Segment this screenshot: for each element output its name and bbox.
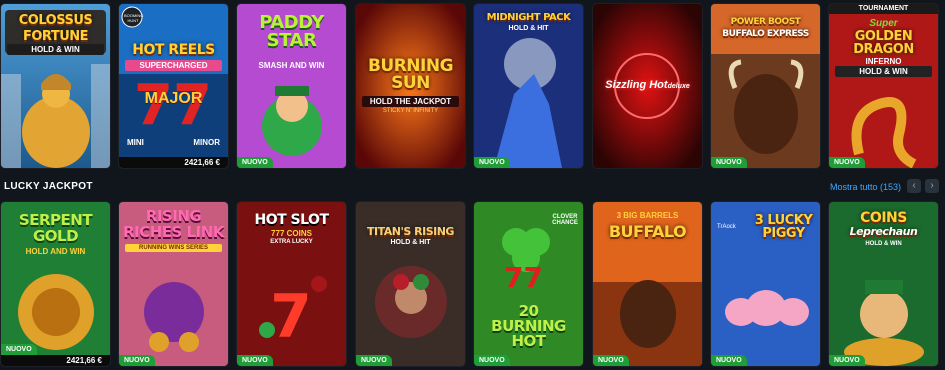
section-title: LUCKY JACKPOT bbox=[4, 181, 93, 192]
game-tagline: HOLD & WIN bbox=[835, 66, 932, 77]
svg-text:7: 7 bbox=[270, 282, 312, 352]
provider-logo: CLOVER CHANCE bbox=[552, 214, 578, 226]
game-tile-burning-sun[interactable]: BURNING SUN HOLD THE JACKPOT STICKY N' IN… bbox=[356, 4, 465, 168]
game-tagline: STICKY N' INFINITY bbox=[382, 108, 439, 114]
game-tile-midnight-pack[interactable]: MIDNIGHT PACK HOLD & HIT NUOVO bbox=[474, 4, 583, 168]
new-badge: NUOVO bbox=[119, 355, 155, 366]
tournament-label: TOURNAMENT bbox=[858, 5, 909, 12]
game-subtitle: BUFFALO EXPRESS bbox=[722, 29, 809, 39]
game-subtitle: 3 BIG BARRELS bbox=[616, 211, 679, 220]
game-tile-paddy-star[interactable]: PADDY STAR SMASH AND WIN NUOVO bbox=[237, 4, 346, 168]
game-title: RISING RICHES LINK bbox=[123, 207, 224, 241]
game-title: GOLDEN DRAGON bbox=[853, 29, 914, 57]
game-title: 3 LUCKY PIGGY bbox=[754, 213, 813, 241]
provider-logo: BOOMING HUNT bbox=[124, 13, 144, 23]
game-tagline: EXTRA LUCKY bbox=[270, 239, 313, 245]
game-subtitle: HOLD & WIN bbox=[7, 44, 104, 55]
games-row-top: COLOSSUS FORTUNE HOLD & WIN 77 BOOMING HU… bbox=[0, 4, 945, 170]
new-badge: NUOVO bbox=[237, 157, 273, 168]
game-tile-20-burning-hot[interactable]: 77 CLOVER CHANCE 20 BURNING HOT NUOVO bbox=[474, 202, 583, 366]
chevron-right-icon[interactable]: › bbox=[925, 179, 939, 193]
jackpot-amount: 2421,66 € bbox=[119, 157, 228, 168]
jackpot-amount: 2421,66 € bbox=[1, 355, 110, 366]
chevron-left-icon[interactable]: ‹ bbox=[907, 179, 921, 193]
game-tile-hot-reels[interactable]: 77 BOOMING HUNT HOT REELS SUPERCHARGED M… bbox=[119, 4, 228, 168]
new-badge: NUOVO bbox=[356, 355, 392, 366]
game-title: 20 BURNING HOT bbox=[491, 302, 566, 350]
game-subtitle: HOLD THE JACKPOT bbox=[362, 96, 459, 107]
new-badge: NUOVO bbox=[237, 355, 273, 366]
jackpot-major-label: MAJOR bbox=[144, 90, 203, 107]
new-badge: NUOVO bbox=[711, 157, 747, 168]
game-tile-coins-of-leprechaun[interactable]: COINS Leprechaun HOLD & WIN NUOVO bbox=[829, 202, 938, 366]
game-title-prefix: Super bbox=[869, 18, 898, 29]
game-title: SERPENT GOLD bbox=[18, 211, 93, 245]
jackpot-mini-label: MINI bbox=[127, 138, 144, 147]
game-subtitle: HOLD AND WIN bbox=[25, 247, 86, 256]
new-badge: NUOVO bbox=[474, 157, 510, 168]
game-tile-3-big-barrels-buffalo[interactable]: 3 BIG BARRELS BUFFALO NUOVO bbox=[593, 202, 702, 366]
new-badge: NUOVO bbox=[829, 157, 865, 168]
game-subtitle: HOLD & HIT bbox=[390, 239, 431, 246]
game-tile-titans-rising[interactable]: TITAN'S RISING HOLD & HIT NUOVO bbox=[356, 202, 465, 366]
svg-text:77: 77 bbox=[504, 261, 543, 294]
game-tile-sizzling-hot[interactable]: Sizzling Hotdeluxe bbox=[593, 4, 702, 168]
game-tile-golden-dragon[interactable]: TOURNAMENT Super GOLDEN DRAGON INFERNO H… bbox=[829, 4, 938, 168]
game-subtitle: HOLD & HIT bbox=[508, 25, 549, 32]
new-badge: NUOVO bbox=[711, 355, 747, 366]
show-all-link[interactable]: Mostra tutto (153) bbox=[830, 182, 901, 192]
game-tile-serpent-gold[interactable]: SERPENT GOLD HOLD AND WIN NUOVO 2421,66 € bbox=[1, 202, 110, 366]
new-badge: NUOVO bbox=[1, 344, 37, 355]
game-tile-hot-slot[interactable]: 7 HOT SLOT 777 COINS EXTRA LUCKY NUOVO bbox=[237, 202, 346, 366]
provider-logo: TrAock bbox=[717, 224, 736, 230]
game-tile-buffalo-express[interactable]: POWER BOOST BUFFALO EXPRESS NUOVO bbox=[711, 4, 820, 168]
game-title-line2: Leprechaun bbox=[849, 225, 918, 238]
new-badge: NUOVO bbox=[829, 355, 865, 366]
game-title: HOT SLOT bbox=[254, 212, 330, 228]
game-subtitle: SUPERCHARGED bbox=[125, 60, 222, 71]
game-subtitle: HOLD & WIN bbox=[865, 241, 902, 247]
game-title: HOT REELS bbox=[132, 42, 215, 58]
game-title: BURNING SUN bbox=[367, 56, 454, 93]
game-title: COLOSSUS FORTUNE bbox=[18, 13, 93, 44]
game-tile-colossus-fortune[interactable]: COLOSSUS FORTUNE HOLD & WIN bbox=[1, 4, 110, 168]
game-title: Sizzling Hotdeluxe bbox=[605, 79, 690, 91]
game-tile-3-lucky-piggy[interactable]: TrAock 3 LUCKY PIGGY NUOVO bbox=[711, 202, 820, 366]
game-subtitle: SMASH AND WIN bbox=[258, 61, 325, 70]
new-badge: NUOVO bbox=[593, 355, 629, 366]
new-badge: NUOVO bbox=[474, 355, 510, 366]
game-subtitle: RUNNING WINS SERIES bbox=[125, 244, 222, 252]
game-title: PADDY STAR bbox=[259, 12, 324, 51]
games-row-lucky-jackpot: SERPENT GOLD HOLD AND WIN NUOVO 2421,66 €… bbox=[0, 202, 945, 368]
game-title: BUFFALO bbox=[608, 222, 687, 241]
jackpot-minor-label: MINOR bbox=[193, 138, 220, 147]
game-tile-rising-riches-link[interactable]: RISING RICHES LINK RUNNING WINS SERIES NU… bbox=[119, 202, 228, 366]
